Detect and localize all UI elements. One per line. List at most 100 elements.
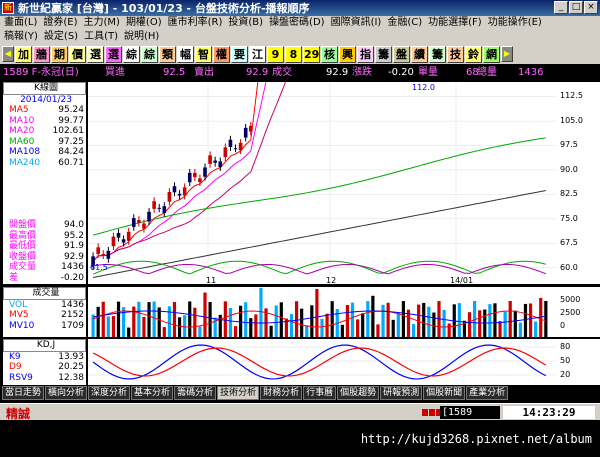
maximize-button[interactable]: □	[569, 1, 583, 14]
function-tab[interactable]: 研報預測	[380, 386, 423, 400]
volume-bar	[305, 325, 309, 337]
candle-body	[243, 127, 248, 138]
function-tab[interactable]: 橫向分析	[45, 386, 88, 400]
toolbar-button[interactable]: 技	[447, 45, 464, 63]
volume-chart[interactable]	[88, 287, 556, 337]
toolbar-button[interactable]: 29	[303, 45, 320, 63]
volume-bar	[432, 312, 436, 337]
menu-item[interactable]: 金融(C)	[387, 16, 428, 30]
legend-value: 99.77	[58, 115, 84, 126]
menu-item[interactable]: 匯市利率(R)	[168, 16, 229, 30]
toolbar-next-icon[interactable]: ▶	[501, 46, 513, 62]
function-tab[interactable]: 當日走勢	[2, 386, 45, 400]
menu-item[interactable]: 證券(E)	[43, 16, 83, 30]
toolbar-button[interactable]: 牆	[33, 45, 50, 63]
menu-item[interactable]: 國際資訊(I)	[331, 16, 388, 30]
toolbar-button[interactable]: 江	[249, 45, 266, 63]
volume-bar	[350, 302, 355, 337]
candle-body	[111, 236, 116, 247]
toolbar-button[interactable]: 加	[15, 45, 32, 63]
function-tab[interactable]: 產業分析	[466, 386, 509, 400]
function-tab[interactable]: 技術分析	[217, 386, 260, 400]
mv10-line	[93, 310, 546, 324]
menu-item[interactable]: 說明(H)	[124, 30, 165, 44]
menu-item[interactable]: 畫面(L)	[4, 16, 43, 30]
menu-item[interactable]: 稿報(Y)	[4, 30, 44, 44]
close-button[interactable]: ×	[584, 1, 598, 14]
function-tab[interactable]: 基本分析	[131, 386, 174, 400]
toolbar-button[interactable]: 智	[195, 45, 212, 63]
toolbar-button[interactable]: 興	[339, 45, 356, 63]
candle-body	[106, 250, 111, 259]
kd-chart[interactable]	[88, 339, 556, 385]
menu-item[interactable]: 操盤密碼(D)	[269, 16, 331, 30]
legend-value: 20.25	[58, 362, 84, 372]
volume-bar	[366, 301, 370, 337]
volume-bar	[177, 317, 182, 337]
function-tab[interactable]: 行事曆	[303, 386, 337, 400]
toolbar-button[interactable]: 籌	[429, 45, 446, 63]
toolbar-button[interactable]: 續	[411, 45, 428, 63]
legend-label: MA5	[9, 105, 29, 115]
toolbar-button[interactable]: 核	[321, 45, 338, 63]
toolbar-button[interactable]: 網	[483, 45, 500, 63]
symbol-label[interactable]: 1589 F-永冠(日)	[3, 66, 79, 80]
candle-body	[223, 147, 228, 158]
legend-value: 91.9	[63, 241, 84, 251]
toolbar-button[interactable]: 9	[267, 45, 284, 63]
legend-row: MV5 2152	[6, 310, 86, 321]
toolbar-button[interactable]: 期	[51, 45, 68, 63]
menu-item[interactable]: 期權(O)	[126, 16, 168, 30]
legend-label: 最低價	[9, 241, 37, 251]
legend-value: 102.61	[52, 126, 85, 136]
function-tab[interactable]: 個股趨勢	[337, 386, 380, 400]
legend-label: 收盤價	[9, 251, 37, 262]
volume-header[interactable]: 成交量	[3, 287, 86, 300]
candle-body	[121, 239, 126, 243]
kline-header[interactable]: K線圖	[3, 82, 86, 95]
function-tab[interactable]: 個股新聞	[423, 386, 466, 400]
toolbar-button[interactable]: 鈴	[465, 45, 482, 63]
toolbar-button[interactable]: 幅	[177, 45, 194, 63]
volume-bar	[528, 303, 533, 337]
volume-bar	[340, 324, 344, 337]
toolbar-button[interactable]: 籌	[375, 45, 392, 63]
stock-code-input[interactable]: [1589	[440, 406, 500, 419]
volume-bar	[330, 301, 334, 337]
legend-row: MA10 99.77	[6, 116, 86, 127]
menu-item[interactable]: 功能操作(E)	[488, 16, 548, 30]
toolbar-button[interactable]: 8	[285, 45, 302, 63]
function-tab[interactable]: 財務分析	[260, 386, 303, 400]
toolbar-button[interactable]: 指	[357, 45, 374, 63]
kd-header[interactable]: KD,J	[3, 339, 86, 352]
toolbar-button[interactable]: 綜	[123, 45, 140, 63]
ma-line	[92, 190, 546, 278]
menu-item[interactable]: 功能選擇(F)	[428, 16, 488, 30]
menu-item[interactable]: 主力(M)	[84, 16, 126, 30]
toolbar-prev-icon[interactable]: ◀	[2, 46, 14, 62]
volume-bar	[172, 301, 177, 337]
function-tab[interactable]: 深度分析	[88, 386, 131, 400]
function-tab[interactable]: 籌碼分析	[174, 386, 217, 400]
menu-item[interactable]: 投資(B)	[228, 16, 269, 30]
legend-label: RSV9	[9, 372, 33, 383]
toolbar-button[interactable]: 選	[87, 45, 104, 63]
toolbar-button[interactable]: 價	[69, 45, 86, 63]
toolbar-button[interactable]: 盤	[393, 45, 410, 63]
volume-svg	[91, 287, 548, 337]
toolbar-button[interactable]: 要	[231, 45, 248, 63]
minimize-button[interactable]: _	[554, 1, 568, 14]
toolbar-button[interactable]: 綜	[141, 45, 158, 63]
total-label: 總量	[477, 67, 497, 78]
menu-item[interactable]: 工具(T)	[84, 30, 124, 44]
legend-row: 開盤價 94.0	[6, 220, 86, 231]
toolbar-button[interactable]: 類	[159, 45, 176, 63]
title-bar[interactable]: 新 新世紀贏家 [台灣] - 103/01/23 - 台盤技術分析-播報順序 _…	[0, 0, 600, 16]
kline-chart[interactable]: 11 12 14/01 112.0 61.5	[88, 0, 556, 285]
total-value: 1436	[518, 67, 544, 78]
volume-bar	[315, 288, 319, 337]
toolbar-button[interactable]: 選	[105, 45, 122, 63]
menu-item[interactable]: 設定(S)	[44, 30, 84, 44]
toolbar-button[interactable]: 權	[213, 45, 230, 63]
legend-row: 最低價 91.9	[6, 241, 86, 252]
